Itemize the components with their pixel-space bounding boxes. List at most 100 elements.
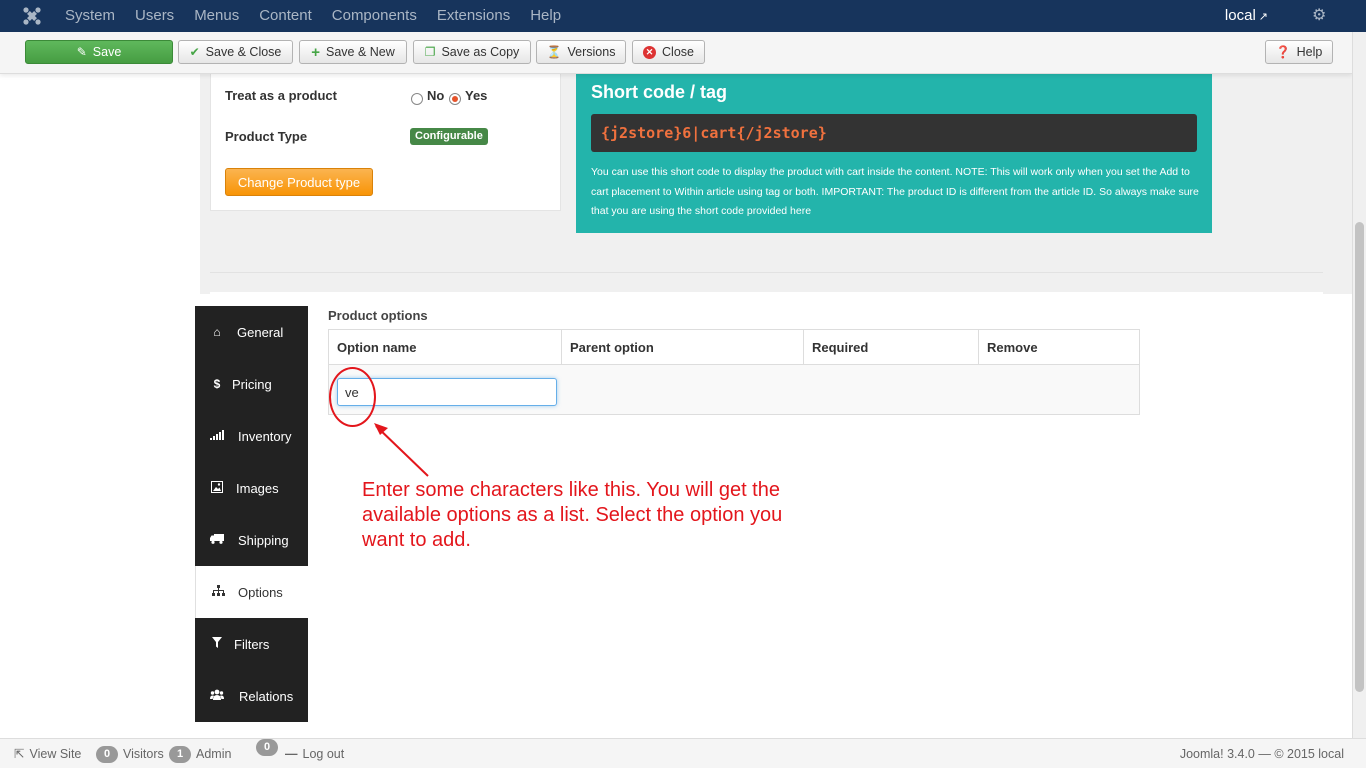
treat-yes-radio[interactable] [449,93,461,105]
messages-count-badge: 0 [256,739,278,756]
home-icon: ⌂ [213,325,221,339]
save-close-button[interactable]: ✔ Save & Close [178,40,293,64]
product-type-badge: Configurable [410,128,488,145]
filter-icon [210,637,224,651]
truck-icon [210,533,224,547]
admin-count-badge: 1 [169,745,191,763]
menu-menus[interactable]: Menus [184,0,249,32]
view-site-label: View Site [29,747,82,761]
joomla-logo-icon[interactable] [22,6,42,26]
tab-relations[interactable]: Relations [195,670,308,722]
change-product-type-button[interactable]: Change Product type [225,168,373,196]
save-copy-button[interactable]: ❐ Save as Copy [413,40,531,64]
section-divider [210,272,1323,273]
version-info: Joomla! 3.4.0 — © 2015 local [1179,747,1344,761]
side-tabs: ⌂ General $ Pricing Inventory Images Shi… [195,306,308,722]
signal-bars-icon [210,429,224,443]
tab-shipping-label: Shipping [238,532,289,548]
tab-filters[interactable]: Filters [195,618,308,670]
tab-general-label: General [237,324,284,340]
close-label: Close [662,45,694,59]
check-icon: ✔ [189,45,200,59]
users-icon [210,689,224,703]
status-bar: ⇱ View Site 0 Visitors 1 Admin 0 — Log o… [0,738,1366,768]
view-site-link[interactable]: ⇱ View Site [14,739,81,768]
minus-icon: — [285,747,298,761]
tab-inventory[interactable]: Inventory [195,410,308,462]
col-option-name: Option name [329,330,562,365]
save-new-label: Save & New [325,45,395,59]
product-type-label: Product Type [225,129,308,144]
save-label: Save [92,45,122,59]
external-link-icon: ⇱ [14,747,25,761]
tab-general[interactable]: ⌂ General [195,306,308,358]
treat-as-product-label: Treat as a product [225,88,337,103]
menu-help[interactable]: Help [520,0,571,32]
copy-icon: ❐ [424,45,436,59]
annotation-text: Enter some characters like this. You wil… [362,479,783,551]
tab-options-label: Options [238,584,283,600]
main-menu: System Users Menus Content Components Ex… [55,0,571,32]
visitors-count-badge: 0 [96,745,118,763]
treat-yes-label: Yes [465,88,488,103]
tab-options[interactable]: Options [195,566,308,618]
product-options-title: Product options [328,308,428,323]
treat-no-label: No [427,88,445,103]
site-link-label: local [1224,7,1256,24]
annotation-arrow [374,423,429,477]
tab-relations-label: Relations [239,688,294,704]
visitors-label: Visitors [123,747,164,761]
treat-no-radio[interactable] [411,93,423,105]
image-icon [210,480,224,496]
gear-icon[interactable]: ⚙ [1312,7,1330,25]
col-remove: Remove [987,340,1038,355]
close-button[interactable]: ✕ Close [632,40,705,64]
admin-label: Admin [196,747,232,761]
scrollbar-thumb[interactable] [1355,222,1364,692]
menu-system[interactable]: System [55,0,125,32]
edit-icon: ✎ [76,45,87,59]
tab-inventory-label: Inventory [238,428,292,444]
menu-content[interactable]: Content [249,0,322,32]
col-parent-option: Parent option [562,330,804,365]
shortcode-note: You can use this short code to display t… [591,166,1199,217]
tab-images-label: Images [236,480,279,496]
versions-icon: ⏳ [546,45,562,59]
tab-images[interactable]: Images [195,462,308,514]
table-header: Option name Parent option Required Remov… [329,330,1139,365]
site-link[interactable]: local ↗ [1225,0,1268,33]
save-close-label: Save & Close [205,45,282,59]
question-icon: ❓ [1275,45,1291,59]
save-new-button[interactable]: + Save & New [299,40,407,64]
menu-extensions[interactable]: Extensions [427,0,520,32]
close-icon: ✕ [643,45,657,59]
messages-status[interactable]: 0 [256,739,278,756]
tab-pricing-label: Pricing [232,376,272,392]
external-link-icon: ↗ [1258,11,1268,23]
shortcode-value: {j2store}6|cart{/j2store} [591,114,1197,152]
visitors-status: 0 Visitors [96,739,164,768]
help-button[interactable]: ❓ Help [1265,40,1333,64]
logout-link[interactable]: — Log out [285,739,344,768]
menu-users[interactable]: Users [125,0,184,32]
help-label: Help [1296,45,1323,59]
versions-button[interactable]: ⏳ Versions [536,40,626,64]
plus-icon: + [311,43,320,61]
save-copy-label: Save as Copy [441,45,520,59]
tab-shipping[interactable]: Shipping [195,514,308,566]
sitemap-icon [211,585,225,599]
toolbar: ✎ Save ✔ Save & Close + Save & New ❐ Sav… [0,32,1352,74]
admin-status: 1 Admin [169,739,231,768]
menu-components[interactable]: Components [322,0,427,32]
versions-label: Versions [567,45,616,59]
shortcode-panel: Short code / tag {j2store}6|cart{/j2stor… [576,74,1212,233]
col-required: Required [804,330,979,365]
shortcode-title: Short code / tag [591,82,728,102]
tab-filters-label: Filters [234,636,270,652]
top-navbar: System Users Menus Content Components Ex… [0,0,1366,32]
save-button[interactable]: ✎ Save [25,40,173,64]
logout-label: Log out [302,747,345,761]
page-scrollbar[interactable] [1352,32,1366,738]
dollar-icon: $ [213,377,221,391]
tab-pricing[interactable]: $ Pricing [195,358,308,410]
